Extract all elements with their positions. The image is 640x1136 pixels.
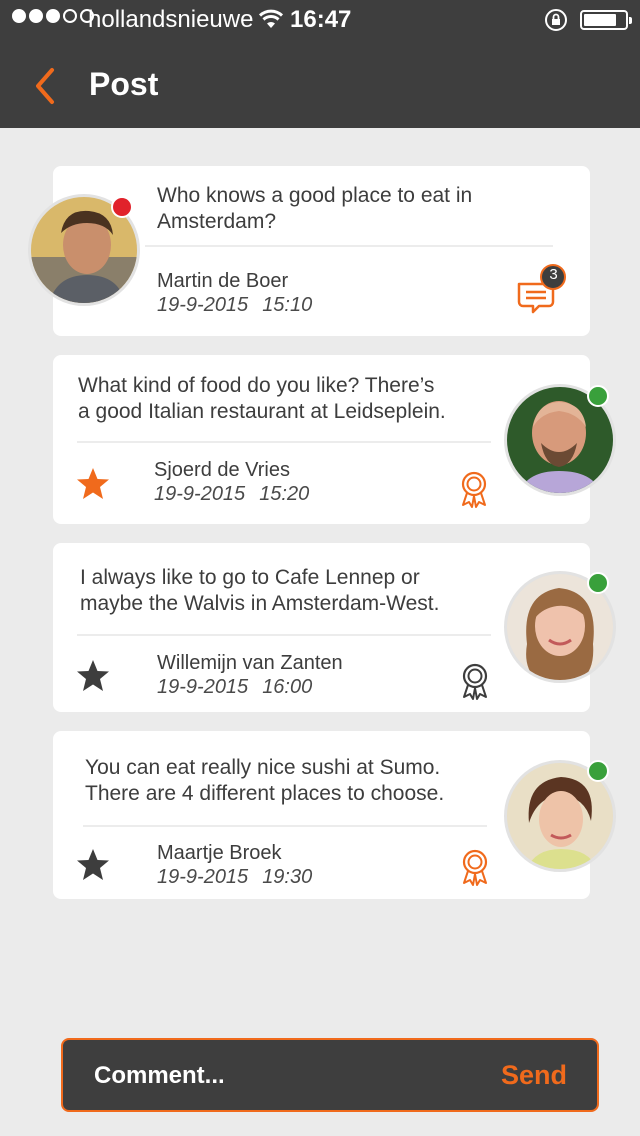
post-date: 19-9-2015 [157,294,249,316]
reply-author: Sjoerd de Vries [154,459,290,481]
post-time: 15:10 [262,294,313,316]
comment-input[interactable]: Comment... [94,1062,225,1090]
reply-datetime: 19-9-2015 15:20 [154,483,309,506]
reply-time: 16:00 [262,676,313,698]
comment-bubble-icon [517,264,566,314]
wifi-icon [258,8,284,37]
reply-date: 19-9-2015 [157,676,249,698]
back-button[interactable] [30,66,66,106]
comment-bar: Comment... Send [61,1038,599,1112]
star-button[interactable] [75,658,111,699]
signal-strength-icon [12,9,94,23]
battery-icon [580,10,632,30]
reply-author: Maartje Broek [157,842,282,864]
presence-online-dot [587,572,609,594]
reply-time: 19:30 [262,866,313,888]
presence-online-dot [587,385,609,407]
star-filled-icon [77,849,109,880]
status-bar: hollandsnieuwe 16:47 [0,0,640,40]
award-button[interactable] [461,849,489,892]
chevron-left-icon [36,68,54,104]
rotation-lock-icon [544,8,568,39]
reply-date: 19-9-2015 [154,483,246,505]
divider [83,825,487,827]
award-ribbon-icon [461,471,487,508]
send-button[interactable]: Send [501,1060,567,1091]
star-button[interactable] [75,466,111,507]
star-button[interactable] [75,847,111,888]
post-message: Who knows a good place to eat in Amsterd… [157,184,473,233]
comments-button[interactable]: 3 [515,262,571,318]
post-datetime: 19-9-2015 15:10 [157,294,312,317]
top-bar: hollandsnieuwe 16:47 Post [0,0,640,128]
carrier-name: hollandsnieuwe [88,6,254,33]
star-filled-icon [77,660,109,691]
star-filled-icon [77,468,109,499]
reply-datetime: 19-9-2015 19:30 [157,866,312,889]
award-ribbon-icon [462,663,488,700]
presence-offline-dot [111,196,133,218]
reply-datetime: 19-9-2015 16:00 [157,676,312,699]
divider [77,634,491,636]
comment-count-badge: 3 [549,266,558,283]
divider [77,441,491,443]
reply-message: You can eat really nice sushi at Sumo. T… [85,756,445,805]
divider [145,245,553,247]
reply-author: Willemijn van Zanten [157,652,343,674]
award-button[interactable] [460,471,488,514]
reply-message: What kind of food do you like? There’s a… [78,374,446,423]
reply-time: 15:20 [259,483,310,505]
status-time: 16:47 [290,6,352,33]
reply-date: 19-9-2015 [157,866,249,888]
reply-message: I always like to go to Cafe Lennep or ma… [80,566,440,615]
post-author: Martin de Boer [157,270,289,292]
award-button[interactable] [461,663,489,706]
award-ribbon-icon [462,849,488,886]
presence-online-dot [587,760,609,782]
page-title: Post [89,66,159,102]
